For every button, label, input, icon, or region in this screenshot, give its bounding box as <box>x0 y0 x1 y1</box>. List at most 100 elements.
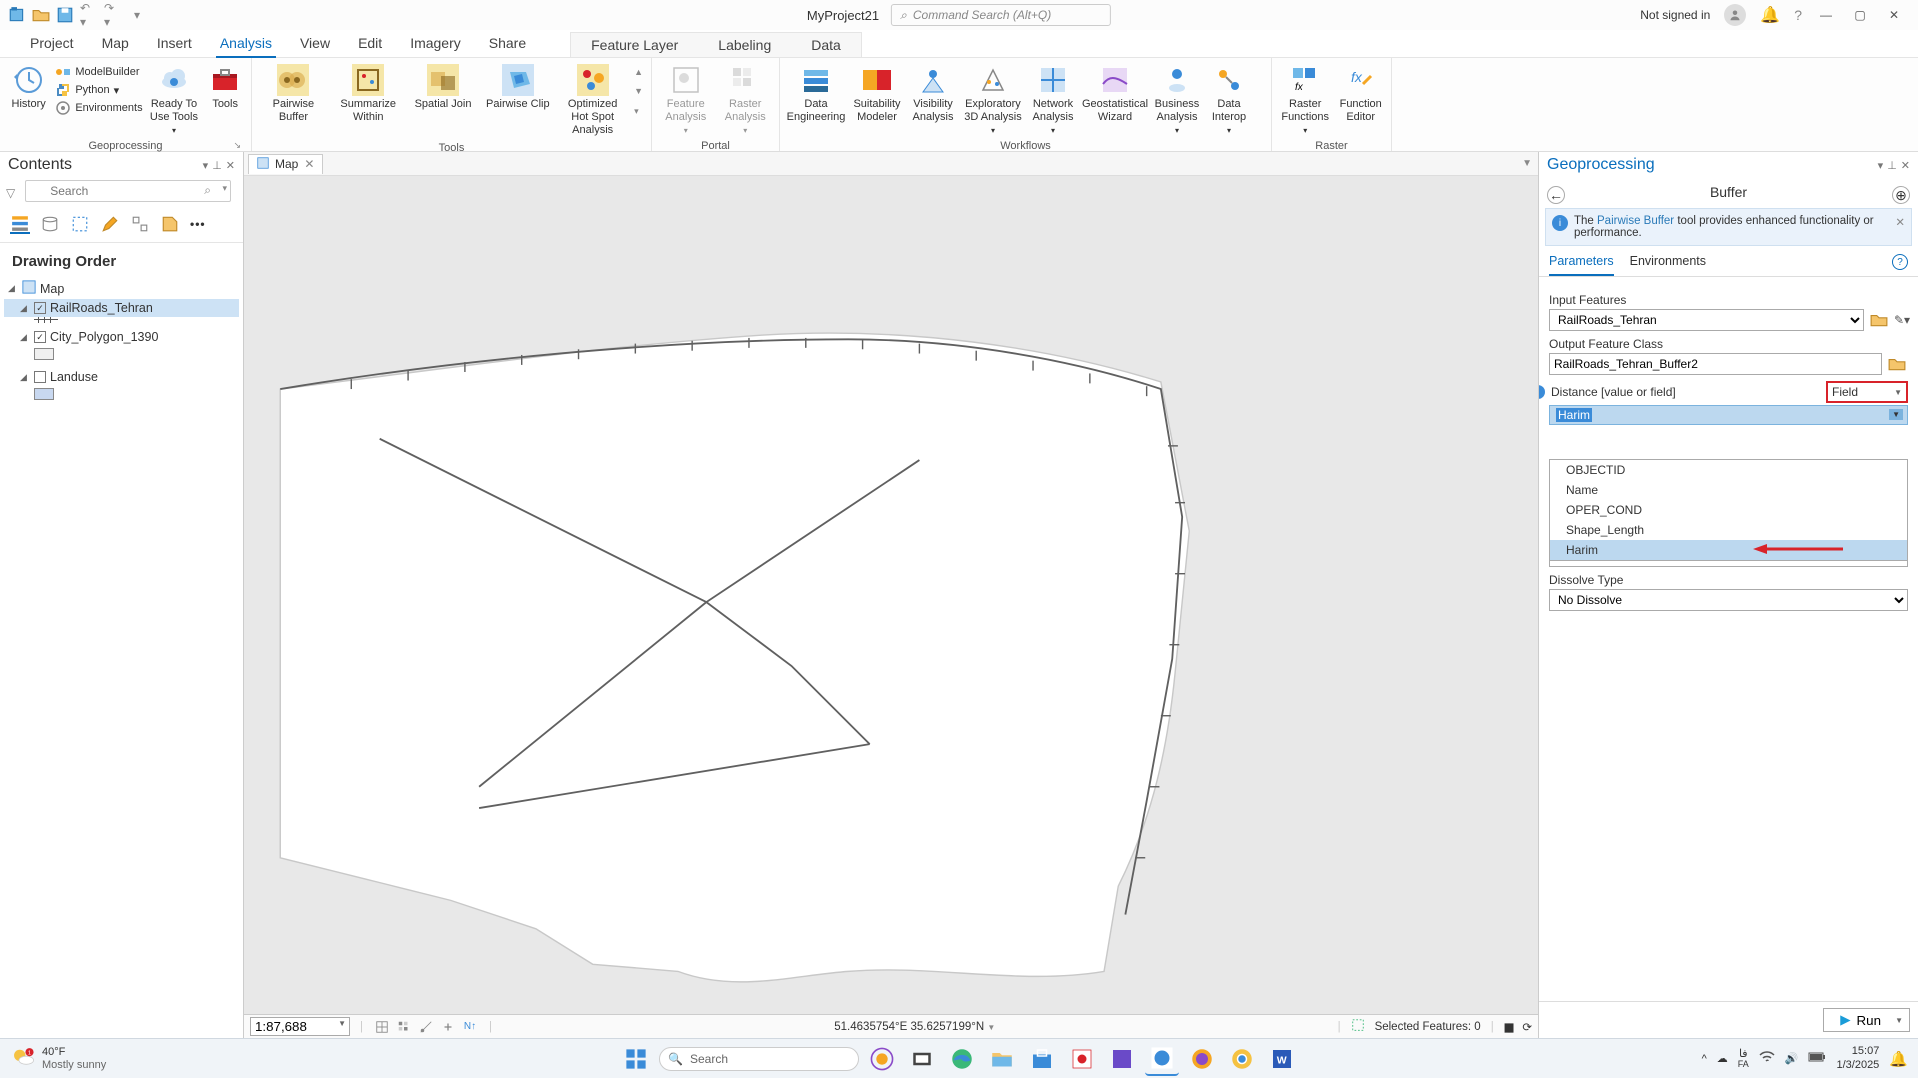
tools-button[interactable]: Tools <box>205 62 245 113</box>
map-node[interactable]: ◢Map <box>4 278 239 299</box>
output-input[interactable] <box>1549 353 1882 375</box>
command-search[interactable]: ⌕ Command Search (Alt+Q) <box>891 4 1111 26</box>
tab-share[interactable]: Share <box>475 31 540 57</box>
tab-imagery[interactable]: Imagery <box>396 31 475 57</box>
raster-analysis-button[interactable]: Raster Analysis▾ <box>718 62 774 138</box>
python-button[interactable]: Python ▾ <box>55 82 142 98</box>
dd-item-shapelength[interactable]: Shape_Length <box>1550 520 1907 540</box>
tab-feature-layer[interactable]: Feature Layer <box>571 33 698 57</box>
tab-environments[interactable]: Environments <box>1630 254 1706 276</box>
list-by-snapping-icon[interactable] <box>130 214 150 234</box>
gp-pin-icon[interactable]: ⊥ <box>1887 159 1897 172</box>
notifications-tray-icon[interactable]: 🔔 <box>1889 1050 1908 1068</box>
refresh-icon[interactable]: ⟳ <box>1522 1020 1532 1034</box>
list-by-labeling-icon[interactable] <box>160 214 180 234</box>
window-minimize[interactable]: — <box>1816 8 1836 22</box>
layer-city[interactable]: ◢✓City_Polygon_1390 <box>4 328 239 346</box>
edge-icon[interactable] <box>945 1042 979 1076</box>
onedrive-icon[interactable]: ☁ <box>1717 1052 1728 1065</box>
sb-correction-icon[interactable] <box>439 1018 457 1036</box>
notifications-icon[interactable]: 🔔 <box>1760 5 1780 25</box>
sb-grid-icon[interactable] <box>395 1018 413 1036</box>
wifi-icon[interactable] <box>1759 1049 1775 1068</box>
visibility-button[interactable]: Visibility Analysis <box>908 62 958 126</box>
browse-icon[interactable] <box>1868 309 1890 331</box>
gallery-up-icon[interactable]: ▲ <box>634 67 643 77</box>
pause-icon[interactable]: ▮▮ <box>1504 1020 1513 1034</box>
param-info-icon[interactable]: i <box>1539 385 1545 399</box>
add-button[interactable]: ⊕ <box>1892 186 1910 204</box>
signin-text[interactable]: Not signed in <box>1640 8 1710 22</box>
sb-inference-icon[interactable]: N↑ <box>461 1018 479 1036</box>
word-icon[interactable]: W <box>1265 1042 1299 1076</box>
dd-item-harim[interactable]: Harim <box>1550 540 1907 560</box>
start-button[interactable] <box>619 1042 653 1076</box>
hotspot-button[interactable]: Optimized Hot Spot Analysis <box>557 62 628 140</box>
qat-redo-icon[interactable]: ↷ ▾ <box>104 6 122 24</box>
clock[interactable]: 15:071/3/2025 <box>1836 1045 1879 1071</box>
history-button[interactable]: History <box>6 62 51 113</box>
help-icon[interactable]: ? <box>1892 254 1908 270</box>
tab-map[interactable]: Map <box>88 31 143 57</box>
edit-icon[interactable]: ✎▾ <box>1894 313 1908 327</box>
user-avatar-icon[interactable] <box>1724 4 1746 26</box>
volume-icon[interactable]: 🔊 <box>1785 1052 1799 1065</box>
info-close-icon[interactable]: ✕ <box>1895 215 1905 229</box>
weather-widget[interactable]: 1 40°FMostly sunny <box>10 1044 106 1073</box>
tray-chevron-icon[interactable]: ^ <box>1702 1053 1707 1065</box>
map-tab-close-icon[interactable]: ✕ <box>304 157 314 171</box>
arcgis-icon[interactable] <box>1145 1042 1179 1076</box>
dd-item-name[interactable]: Name <box>1550 480 1907 500</box>
qat-save-icon[interactable] <box>56 6 74 24</box>
tab-view[interactable]: View <box>286 31 344 57</box>
dissolve-select[interactable]: No Dissolve <box>1549 589 1908 611</box>
readytouse-button[interactable]: Ready To Use Tools▾ <box>147 62 202 138</box>
window-maximize[interactable]: ▢ <box>1850 8 1870 22</box>
exploratory-button[interactable]: Exploratory 3D Analysis▾ <box>962 62 1024 138</box>
layer-checkbox[interactable]: ✓ <box>34 302 46 314</box>
view-dropdown-icon[interactable]: ▼ <box>1522 158 1538 169</box>
tab-project[interactable]: Project <box>16 31 88 57</box>
back-button[interactable]: ← <box>1547 186 1565 204</box>
suitability-button[interactable]: Suitability Modeler <box>850 62 904 126</box>
search-icon[interactable]: ⌕ <box>204 183 211 198</box>
dd-item-opercond[interactable]: OPER_COND <box>1550 500 1907 520</box>
pane-close-icon[interactable]: ✕ <box>226 159 235 172</box>
coord-dropdown-icon[interactable]: ▼ <box>987 1023 995 1032</box>
raster-functions-button[interactable]: fxRaster Functions▾ <box>1278 62 1332 138</box>
copilot-icon[interactable] <box>865 1042 899 1076</box>
modelbuilder-button[interactable]: ModelBuilder <box>55 64 142 80</box>
more-icon[interactable]: ••• <box>190 217 206 231</box>
gp-close-icon[interactable]: ✕ <box>1901 159 1910 172</box>
layer-landuse[interactable]: ◢Landuse <box>4 368 239 386</box>
search-dropdown-icon[interactable]: ▾ <box>222 183 227 194</box>
chrome-icon[interactable] <box>1225 1042 1259 1076</box>
map-canvas[interactable] <box>244 176 1538 1014</box>
function-editor-button[interactable]: fxFunction Editor <box>1336 62 1385 126</box>
help-icon[interactable]: ? <box>1794 7 1802 23</box>
pane-pin-icon[interactable]: ⊥ <box>212 159 222 172</box>
filter-icon[interactable]: ▽ <box>6 186 15 200</box>
firefox-icon[interactable] <box>1185 1042 1219 1076</box>
browse-icon[interactable] <box>1886 353 1908 375</box>
gallery-down-icon[interactable]: ▼ <box>634 86 643 96</box>
layer-checkbox[interactable]: ✓ <box>34 331 46 343</box>
pairwise-buffer-button[interactable]: Pairwise Buffer <box>258 62 329 126</box>
distance-type-select[interactable]: Field ▼ <box>1826 381 1908 403</box>
list-by-drawing-icon[interactable] <box>10 214 30 234</box>
list-by-editing-icon[interactable] <box>100 214 120 234</box>
network-button[interactable]: Network Analysis▾ <box>1028 62 1078 138</box>
store-icon[interactable] <box>1025 1042 1059 1076</box>
list-by-selection-icon[interactable] <box>70 214 90 234</box>
battery-icon[interactable] <box>1808 1051 1826 1066</box>
interop-button[interactable]: Data Interop▾ <box>1206 62 1252 138</box>
tab-edit[interactable]: Edit <box>344 31 396 57</box>
app-icon-2[interactable] <box>1105 1042 1139 1076</box>
tab-data[interactable]: Data <box>791 33 861 57</box>
geostat-button[interactable]: Geostatistical Wizard <box>1082 62 1148 126</box>
qat-open-icon[interactable] <box>32 6 50 24</box>
qat-undo-icon[interactable]: ↶ ▾ <box>80 6 98 24</box>
tab-analysis[interactable]: Analysis <box>206 31 286 57</box>
run-button[interactable]: ▶ Run <box>1823 1008 1910 1032</box>
layer-checkbox[interactable] <box>34 371 46 383</box>
